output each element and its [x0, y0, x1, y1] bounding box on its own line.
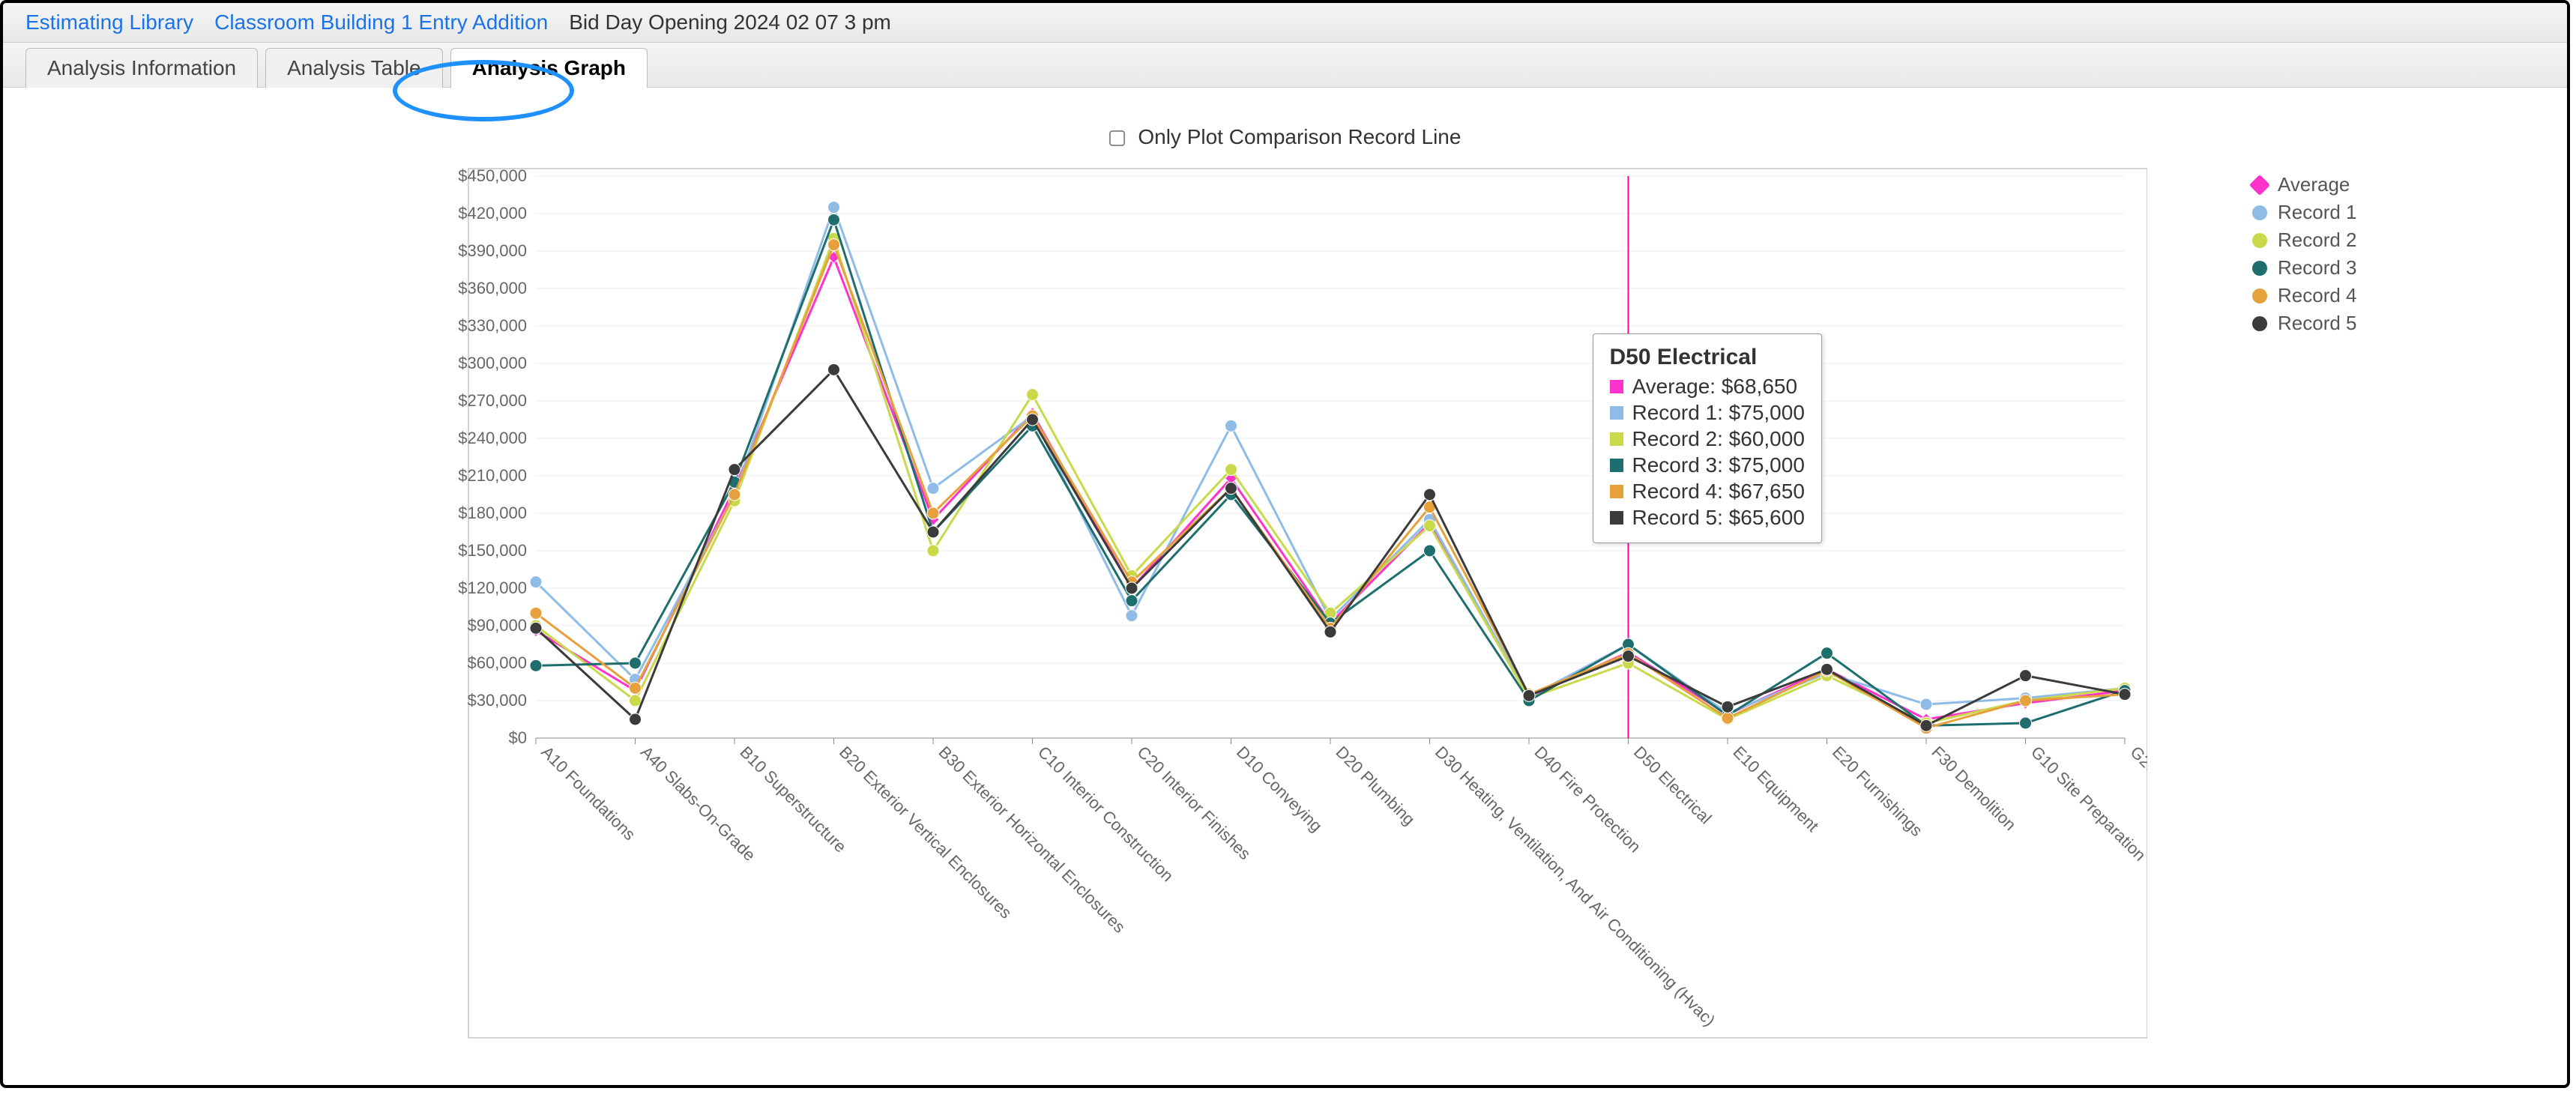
svg-text:E10 Equipment: E10 Equipment	[1729, 743, 1822, 835]
circle-icon	[2252, 316, 2267, 331]
svg-text:$0: $0	[508, 728, 526, 747]
diamond-icon	[2249, 174, 2270, 195]
svg-text:A10 Foundations: A10 Foundations	[537, 743, 639, 844]
svg-text:$90,000: $90,000	[467, 616, 527, 635]
chart-tooltip: D50 Electrical Average: $68,650 Record 1…	[1593, 333, 1822, 543]
svg-text:E20 Furnishings: E20 Furnishings	[1828, 743, 1925, 840]
legend-item-average[interactable]: Average	[2252, 173, 2357, 196]
tab-analysis-information[interactable]: Analysis Information	[25, 48, 258, 88]
svg-text:D40 Fire Protection: D40 Fire Protection	[1530, 743, 1644, 856]
tooltip-title: D50 Electrical	[1610, 345, 1805, 370]
tooltip-row-record3: Record 3: $75,000	[1632, 453, 1805, 477]
breadcrumb-link-project[interactable]: Classroom Building 1 Entry Addition	[214, 10, 548, 34]
legend-item-record2[interactable]: Record 2	[2252, 229, 2357, 252]
legend-item-record4[interactable]: Record 4	[2252, 284, 2357, 307]
svg-text:F30 Demolition: F30 Demolition	[1928, 743, 2019, 834]
svg-text:$150,000: $150,000	[458, 541, 527, 560]
tooltip-row-record1: Record 1: $75,000	[1632, 401, 1805, 425]
content-area: Only Plot Comparison Record Line $0 $30,0…	[3, 88, 2567, 1060]
breadcrumb: Estimating Library Classroom Building 1 …	[3, 3, 2567, 43]
svg-text:$120,000: $120,000	[458, 578, 527, 597]
only-plot-comparison-checkbox[interactable]	[1109, 130, 1125, 146]
svg-text:$450,000: $450,000	[458, 166, 527, 185]
svg-text:B30 Exterior Horizontal Enclos: B30 Exterior Horizontal Enclosures	[935, 743, 1129, 937]
legend-label: Record 5	[2278, 312, 2357, 335]
svg-text:G10 Site Preparation: G10 Site Preparation	[2027, 743, 2147, 865]
svg-text:$360,000: $360,000	[458, 279, 527, 297]
svg-text:D10 Conveying: D10 Conveying	[1232, 743, 1325, 835]
svg-text:$270,000: $270,000	[458, 391, 527, 410]
legend-label: Average	[2278, 173, 2350, 196]
analysis-line-chart[interactable]: $0 $30,000 $60,000 $90,000 $120,000 $150,000 $…	[423, 161, 2147, 1045]
svg-text:$30,000: $30,000	[467, 691, 527, 710]
circle-icon	[2252, 288, 2267, 303]
svg-text:$420,000: $420,000	[458, 204, 527, 223]
svg-text:A40 Slabs-On-Grade: A40 Slabs-On-Grade	[636, 743, 758, 865]
circle-icon	[2252, 205, 2267, 220]
tooltip-row-record5: Record 5: $65,600	[1632, 506, 1805, 530]
app-frame: Estimating Library Classroom Building 1 …	[0, 0, 2570, 1088]
svg-text:B10 Superstructure: B10 Superstructure	[736, 743, 850, 856]
tab-analysis-table[interactable]: Analysis Table	[265, 48, 442, 88]
circle-icon	[2252, 261, 2267, 276]
chart-container: $0 $30,000 $60,000 $90,000 $120,000 $150,000 $…	[423, 161, 2147, 1045]
tab-analysis-graph[interactable]: Analysis Graph	[450, 48, 648, 88]
chart-legend: Average Record 1 Record 2 Record 3 Recor…	[2252, 169, 2357, 339]
circle-icon	[2252, 233, 2267, 248]
legend-item-record5[interactable]: Record 5	[2252, 312, 2357, 335]
svg-text:$300,000: $300,000	[458, 354, 527, 372]
tooltip-row-record4: Record 4: $67,650	[1632, 480, 1805, 504]
svg-text:B20 Exterior Vertical Enclosur: B20 Exterior Vertical Enclosures	[835, 743, 1015, 922]
legend-label: Record 1	[2278, 201, 2357, 224]
legend-item-record3[interactable]: Record 3	[2252, 256, 2357, 279]
svg-text:$330,000: $330,000	[458, 316, 527, 335]
svg-text:$180,000: $180,000	[458, 504, 527, 522]
svg-text:$210,000: $210,000	[458, 466, 527, 485]
svg-text:$240,000: $240,000	[458, 429, 527, 447]
tab-row: Analysis Information Analysis Table Anal…	[3, 43, 2567, 88]
svg-text:D50 Electrical: D50 Electrical	[1629, 743, 1715, 828]
legend-item-record1[interactable]: Record 1	[2252, 201, 2357, 224]
tooltip-row-average: Average: $68,650	[1632, 375, 1798, 399]
plot-option-row: Only Plot Comparison Record Line	[25, 125, 2545, 149]
svg-text:$390,000: $390,000	[458, 241, 527, 260]
legend-label: Record 4	[2278, 284, 2357, 307]
breadcrumb-current: Bid Day Opening 2024 02 07 3 pm	[569, 10, 891, 34]
legend-label: Record 3	[2278, 256, 2357, 279]
legend-label: Record 2	[2278, 229, 2357, 252]
breadcrumb-link-library[interactable]: Estimating Library	[25, 10, 193, 34]
svg-text:C20 Interior Finishes: C20 Interior Finishes	[1133, 743, 1254, 863]
tooltip-row-record2: Record 2: $60,000	[1632, 427, 1805, 451]
svg-text:$60,000: $60,000	[467, 653, 527, 672]
svg-text:D20 Plumbing: D20 Plumbing	[1332, 743, 1418, 829]
only-plot-comparison-label: Only Plot Comparison Record Line	[1138, 125, 1461, 148]
